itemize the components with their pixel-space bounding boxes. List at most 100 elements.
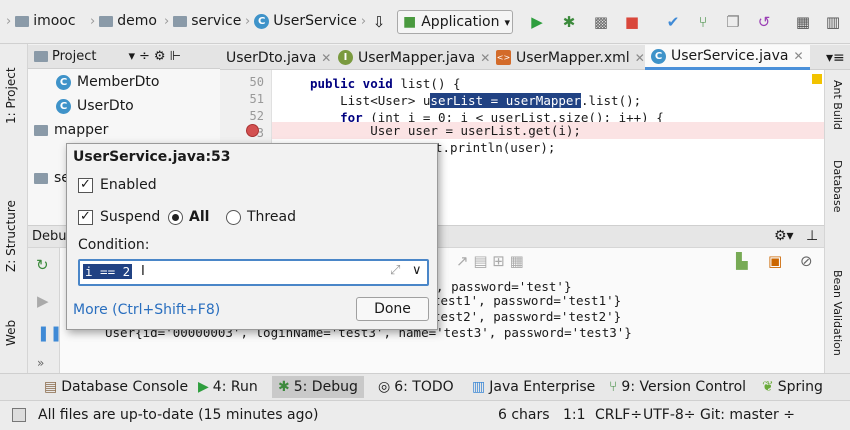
folder-icon (34, 124, 48, 136)
thread-radio[interactable] (226, 210, 241, 225)
class-icon: C (56, 98, 71, 114)
breadcrumb-imooc[interactable]: › imooc (6, 13, 76, 29)
tab-structure[interactable]: Z: Structure (4, 200, 18, 272)
tree-item-memberdto[interactable]: C MemberDto (56, 74, 159, 90)
restore-layout-icon[interactable]: ▙ (736, 252, 748, 270)
debug-icon[interactable]: ✱ (558, 12, 580, 32)
tool-database-console[interactable]: ▤ Database Console (44, 379, 188, 395)
mute-breakpoints-icon[interactable]: ⊘ (800, 252, 813, 270)
project-panel-title[interactable]: Project (52, 49, 96, 64)
evaluate-icon[interactable]: ▣ (768, 252, 782, 270)
coverage-icon[interactable]: ▩ (590, 12, 612, 32)
close-icon[interactable]: ✕ (321, 51, 331, 65)
run-configuration-select[interactable]: ■ Application ▾ (397, 10, 513, 34)
status-line-separator[interactable]: CRLF÷ (595, 407, 642, 423)
gear-icon[interactable]: ⚙ (154, 49, 166, 64)
warning-marker-icon[interactable] (812, 74, 822, 84)
done-button[interactable]: Done (356, 297, 429, 321)
debug-side-toolbar: ↻ ▶ ❚❚ » (28, 248, 62, 373)
scroll-from-source-icon[interactable]: ÷ (139, 49, 150, 64)
tool-spring[interactable]: ❦ Spring (762, 379, 823, 395)
project-structure-icon[interactable]: ▦ (792, 12, 814, 32)
line-number: 52 (249, 109, 264, 123)
database-icon: ▤ (44, 379, 58, 395)
hide-icon[interactable]: ⊩ (170, 49, 181, 64)
folder-icon (15, 15, 30, 27)
code-line-53: User user = userList.get(i); (310, 123, 581, 138)
status-git-branch[interactable]: Git: master ÷ (700, 407, 795, 423)
more-link[interactable]: More (Ctrl+Shift+F8) (73, 302, 220, 318)
suspend-checkbox[interactable]: ✓ (78, 210, 93, 225)
tree-item-userdto[interactable]: C UserDto (56, 98, 134, 114)
breakpoint-icon[interactable] (246, 124, 259, 137)
tree-item-service[interactable]: se (34, 170, 70, 186)
tool-debug[interactable]: ✱ 5: Debug (272, 376, 364, 398)
xml-icon: <> (496, 50, 511, 65)
history-icon[interactable]: ❐ (722, 12, 744, 32)
breadcrumb-userservice[interactable]: › C UserService › (245, 13, 366, 29)
todo-icon: ◎ (378, 379, 391, 395)
condition-input[interactable]: i == 2 I ⤢ ∨ (78, 259, 429, 286)
debug-toolbar-icons[interactable]: ↗ ▤ ⊞ ▦ (456, 252, 524, 270)
run-icon[interactable]: ▶ (526, 12, 548, 32)
all-radio[interactable] (168, 210, 183, 225)
revert-icon[interactable]: ↺ (753, 12, 775, 32)
condition-value: i == 2 (83, 264, 133, 279)
condition-label: Condition: (78, 237, 150, 253)
hide-icon[interactable]: ⊥ (806, 228, 818, 244)
close-icon[interactable]: ✕ (635, 51, 645, 65)
interface-icon: I (338, 50, 353, 65)
enabled-checkbox[interactable]: ✓ (78, 178, 93, 193)
breadcrumb-demo[interactable]: › demo (90, 13, 157, 29)
close-icon[interactable]: ✕ (480, 51, 490, 65)
close-icon[interactable]: ✕ (793, 49, 803, 63)
more-icon[interactable]: » (37, 356, 44, 370)
tool-window-bar: ▤ Database Console ▶ 4: Run ✱ 5: Debug ◎ 6: … (0, 373, 850, 400)
settings-icon[interactable]: ▥ (822, 12, 844, 32)
class-icon: C (254, 13, 270, 29)
status-encoding[interactable]: UTF-8÷ (643, 407, 696, 423)
breakpoint-properties-popup: UserService.java:53 ✓ Enabled ✓ Suspend … (66, 143, 438, 330)
pause-icon[interactable]: ❚❚ (37, 324, 62, 342)
tool-todo[interactable]: ◎ 6: TODO (378, 379, 454, 395)
stop-icon[interactable]: ■ (621, 12, 643, 32)
chevron-down-icon[interactable]: ∨ (412, 263, 422, 278)
gear-icon[interactable]: ⚙▾ (774, 228, 794, 244)
app-icon: ■ (403, 14, 417, 30)
breadcrumb-service[interactable]: › service (164, 13, 241, 29)
folder-icon (173, 15, 188, 27)
tab-bean-validation[interactable]: Bean Validation (831, 270, 844, 390)
status-caret-position[interactable]: 1:1 (563, 407, 586, 423)
chevron-down-icon[interactable]: ▾ (128, 49, 135, 64)
tool-run[interactable]: ▶ 4: Run (198, 379, 258, 395)
resume-icon[interactable]: ▶ (37, 292, 49, 310)
vcs-icon[interactable]: ⑂ (692, 12, 714, 32)
tab-database[interactable]: Database (831, 160, 844, 240)
tab-usermapper-xml[interactable]: <> UserMapper.xml ✕ (490, 45, 651, 70)
rerun-icon[interactable]: ↻ (36, 256, 49, 274)
tab-userservice-java[interactable]: C UserService.java ✕ (645, 45, 810, 70)
toggle-tool-windows-icon[interactable] (12, 408, 26, 422)
tab-web[interactable]: Web (4, 320, 18, 346)
project-folder-icon (34, 51, 48, 62)
build-icon[interactable]: ⇩ (368, 12, 390, 32)
project-panel-header: Project ▾ ÷ ⚙ ⊩ (28, 45, 220, 69)
tool-version-control[interactable]: ⑂ 9: Version Control (609, 379, 746, 395)
expand-icon[interactable]: ⤢ (390, 263, 400, 278)
navigation-bar: › imooc › demo › service › C UserService › ⇩ ■… (0, 0, 850, 44)
tab-project[interactable]: 1: Project (4, 67, 18, 124)
folder-icon (34, 172, 48, 184)
run-icon: ▶ (198, 379, 209, 395)
tab-usermapper-java[interactable]: I UserMapper.java ✕ (332, 45, 496, 70)
tab-userdto-java[interactable]: UserDto.java ✕ (220, 45, 337, 70)
enabled-label: Enabled (100, 177, 157, 193)
tool-java-enterprise[interactable]: ▥ Java Enterprise (472, 379, 595, 395)
tab-ant-build[interactable]: Ant Build (831, 80, 844, 140)
folder-icon (99, 15, 114, 27)
update-project-icon[interactable]: ✔ (662, 12, 684, 32)
tab-list-menu[interactable]: ▾≡ (820, 45, 850, 70)
tree-item-mapper[interactable]: mapper (34, 122, 108, 138)
status-message[interactable]: All files are up-to-date (15 minutes ago… (38, 407, 319, 423)
all-label: All (189, 209, 210, 225)
editor-tabs: UserDto.java ✕ I UserMapper.java ✕ <> UserMa… (220, 45, 850, 70)
